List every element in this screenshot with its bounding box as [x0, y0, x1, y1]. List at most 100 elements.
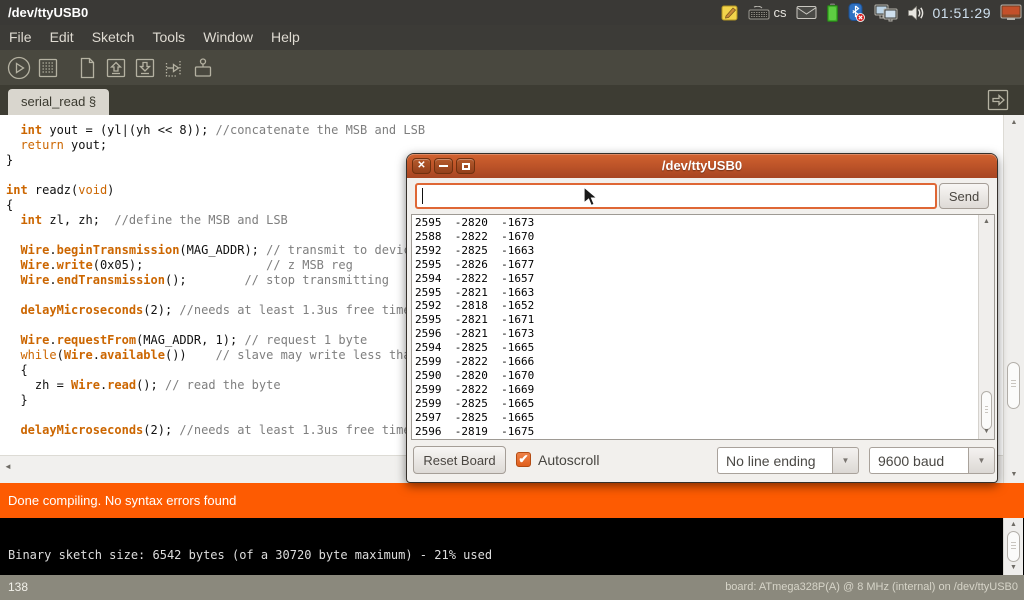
code-line: { [6, 198, 425, 213]
verify-icon [6, 55, 32, 81]
code-line: } [6, 153, 425, 168]
serial-line: 2595 -2826 -1677 [415, 258, 534, 272]
serial-line: 2599 -2822 -1666 [415, 355, 534, 369]
chevron-down-icon: ▼ [842, 456, 850, 465]
compile-status-bar: Done compiling. No syntax errors found [0, 483, 1024, 518]
note-icon[interactable] [721, 4, 739, 22]
serial-line: 2599 -2822 -1669 [415, 383, 534, 397]
console-scrollbar[interactable]: ▲ ▼ [1003, 518, 1023, 575]
code-line: return yout; [6, 138, 425, 153]
serial-line: 2596 -2821 -1673 [415, 327, 534, 341]
volume-icon[interactable] [907, 5, 924, 21]
scroll-up-arrow-icon[interactable]: ▲ [1004, 118, 1024, 128]
serial-output-lines: 2595 -2820 -16732588 -2822 -16702592 -28… [415, 216, 534, 439]
text-caret [422, 188, 423, 204]
session-power-icon[interactable] [1000, 4, 1022, 21]
serial-line: 2590 -2820 -1670 [415, 369, 534, 383]
tab-serial-read[interactable]: serial_read § [8, 89, 109, 115]
baud-dropdown-button[interactable]: ▼ [968, 447, 995, 474]
upload-icon [161, 55, 187, 81]
code-line: Wire.write(0x05); // z MSB reg [6, 258, 425, 273]
code-line: while(Wire.available()) // slave may wri… [6, 348, 425, 363]
serial-line: 2595 -2821 -1663 [415, 286, 534, 300]
maximize-button[interactable] [456, 158, 475, 174]
serial-scroll-down-icon[interactable]: ▼ [979, 427, 994, 437]
serial-line: 2592 -2818 -1652 [415, 299, 534, 313]
menu-item-window[interactable]: Window [194, 25, 262, 50]
serial-line: 2594 -2822 -1657 [415, 272, 534, 286]
menu-item-sketch[interactable]: Sketch [83, 25, 144, 50]
scroll-down-arrow-icon[interactable]: ▼ [1004, 470, 1024, 480]
mouse-cursor [583, 186, 599, 208]
bluetooth-icon[interactable] [848, 3, 865, 22]
stop-button[interactable] [34, 54, 61, 81]
upload-button[interactable] [160, 54, 187, 81]
serial-line: 2597 -2825 -1665 [415, 411, 534, 425]
mail-icon[interactable] [796, 5, 817, 20]
line-ending-dropdown-button[interactable]: ▼ [832, 447, 859, 474]
tab-menu-button[interactable] [986, 88, 1010, 112]
code-line: { [6, 363, 425, 378]
send-button[interactable]: Send [939, 183, 989, 209]
console-scrollbar-thumb[interactable] [1007, 531, 1020, 562]
serial-line: 2595 -2820 -1673 [415, 216, 534, 230]
console-scroll-up-icon[interactable]: ▲ [1004, 520, 1023, 530]
line-ending-value: No line ending [717, 447, 832, 474]
stop-icon [35, 55, 61, 81]
menu-item-edit[interactable]: Edit [41, 25, 83, 50]
serial-scrollbar-thumb[interactable] [981, 391, 992, 430]
serial-monitor-window: ✕ /dev/ttyUSB0 Send 2595 -2820 -16732588… [406, 153, 998, 483]
clock[interactable]: 01:51:29 [933, 5, 992, 21]
desktop: /dev/ttyUSB0 cs [0, 0, 1024, 600]
baud-rate-value: 9600 baud [869, 447, 968, 474]
console-scroll-down-icon[interactable]: ▼ [1004, 563, 1023, 573]
close-icon: ✕ [417, 161, 425, 171]
checkmark-icon: ✔ [518, 453, 528, 465]
save-sketch-button[interactable] [131, 54, 158, 81]
autoscroll-checkbox[interactable]: ✔ [516, 452, 531, 467]
editor-vertical-scrollbar[interactable]: ▲ ▼ [1003, 115, 1024, 483]
serial-monitor-titlebar[interactable]: ✕ /dev/ttyUSB0 [407, 154, 997, 178]
line-ending-select[interactable]: No line ending ▼ [717, 447, 859, 474]
code-line: int zl, zh; //define the MSB and LSB [6, 213, 425, 228]
code-line [6, 168, 425, 183]
battery-icon[interactable] [826, 3, 839, 22]
console-output: Binary sketch size: 6542 bytes (of a 307… [8, 548, 492, 562]
serial-line: 2599 -2825 -1665 [415, 397, 534, 411]
new-sketch-button[interactable] [73, 54, 100, 81]
close-button[interactable]: ✕ [412, 158, 431, 174]
serial-line: 2588 -2822 -1670 [415, 230, 534, 244]
keyboard-layout-indicator[interactable]: cs [748, 5, 787, 20]
editor-scrollbar-thumb[interactable] [1007, 362, 1020, 409]
top-panel: /dev/ttyUSB0 cs [0, 0, 1024, 25]
verify-button[interactable] [5, 54, 32, 81]
open-sketch-button[interactable] [102, 54, 129, 81]
serial-output-area[interactable]: 2595 -2820 -16732588 -2822 -16702592 -28… [411, 214, 995, 440]
baud-rate-select[interactable]: 9600 baud ▼ [869, 447, 995, 474]
compile-status-text: Done compiling. No syntax errors found [8, 493, 236, 508]
window-title: /dev/ttyUSB0 [8, 0, 88, 25]
menu-item-help[interactable]: Help [262, 25, 309, 50]
build-console: Binary sketch size: 6542 bytes (of a 307… [0, 518, 1024, 575]
scroll-left-arrow-icon[interactable]: ◄ [4, 462, 12, 471]
serial-output-scrollbar[interactable]: ▲ ▼ [978, 215, 994, 439]
code-line: int readz(void) [6, 183, 425, 198]
code-lines: int yout = (yl|(yh << 8)); //concatenate… [6, 123, 425, 438]
minimize-button[interactable] [434, 158, 453, 174]
open-icon [103, 55, 129, 81]
maximize-icon [462, 163, 470, 170]
serial-monitor-button[interactable] [189, 54, 216, 81]
tab-menu-arrow-icon [986, 88, 1010, 112]
code-line: delayMicroseconds(2); //needs at least 1… [6, 303, 425, 318]
serial-input-field[interactable] [415, 183, 937, 209]
serial-scroll-up-icon[interactable]: ▲ [979, 217, 994, 227]
menu-item-tools[interactable]: Tools [144, 25, 195, 50]
code-line: } [6, 393, 425, 408]
code-line: Wire.beginTransmission(MAG_ADDR); // tra… [6, 243, 425, 258]
serial-line: 2592 -2825 -1663 [415, 244, 534, 258]
reset-board-button[interactable]: Reset Board [413, 446, 506, 474]
network-icon[interactable] [874, 4, 898, 22]
menu-item-file[interactable]: File [0, 25, 41, 50]
chevron-down-icon: ▼ [978, 456, 986, 465]
serial-monitor-title: /dev/ttyUSB0 [407, 154, 997, 178]
